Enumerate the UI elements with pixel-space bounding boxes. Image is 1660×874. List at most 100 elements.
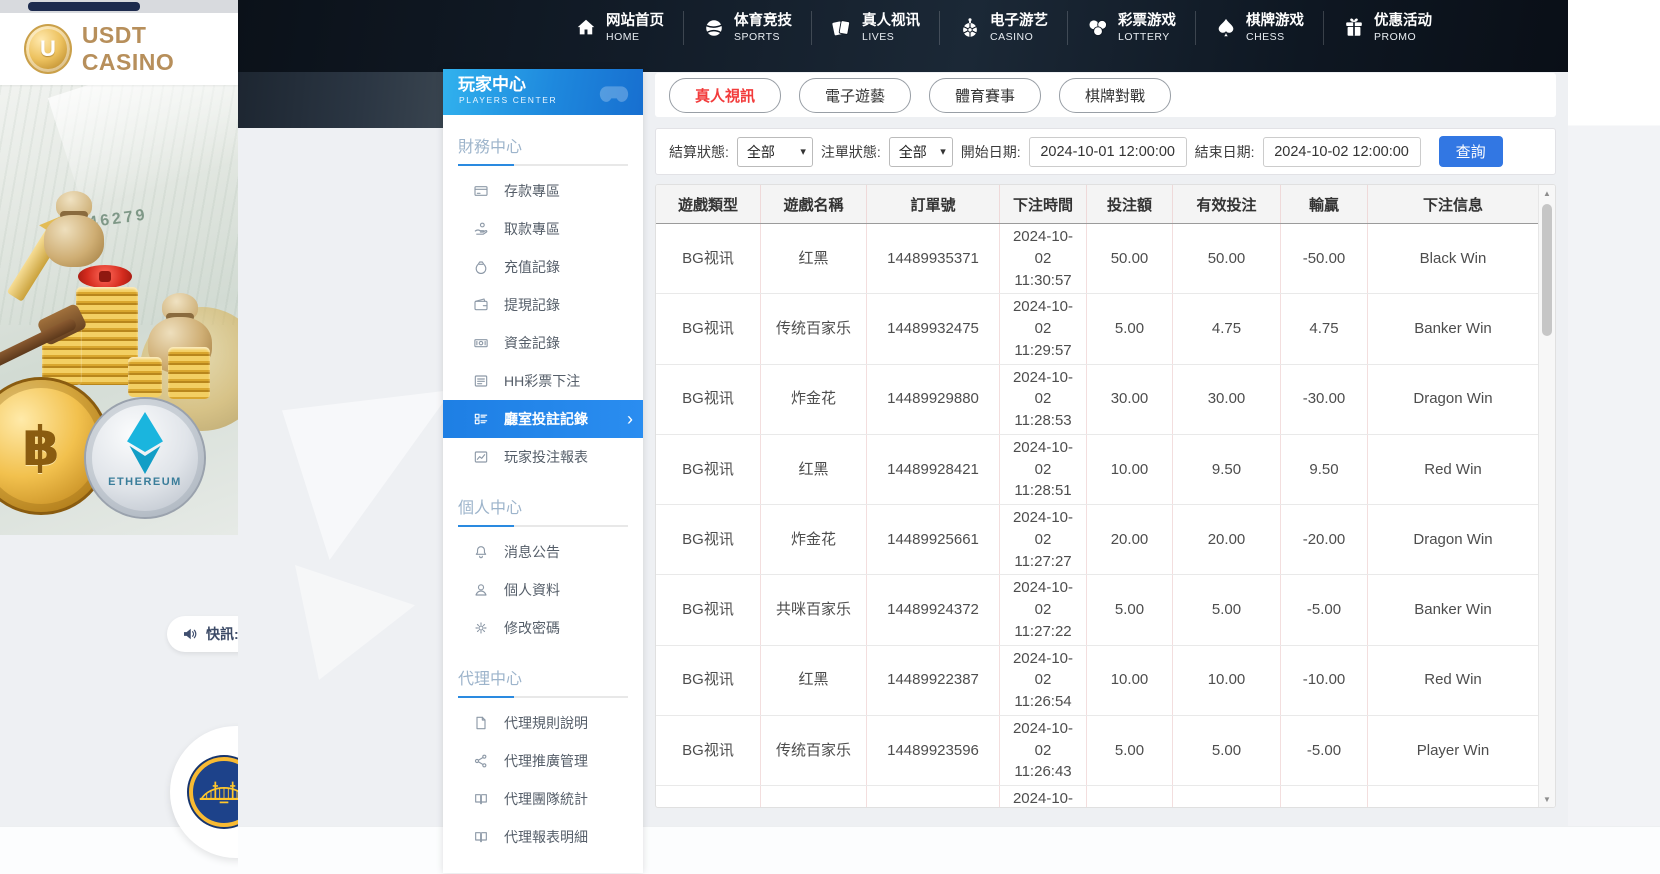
table-cell: 4.75: [1281, 294, 1368, 364]
table-cell: 2024-10-02 11:26:22: [1000, 786, 1087, 807]
table-cell: BG视讯: [656, 364, 761, 434]
end-date-input[interactable]: [1262, 136, 1421, 167]
marquee-label: 快訊:: [206, 626, 238, 642]
table-cell: Player Win: [1368, 786, 1538, 807]
sidebar-item-label: 代理團隊統計: [504, 791, 588, 807]
table-header-cell: 投注額: [1087, 185, 1173, 223]
top-navbar: 网站首页 HOME 体育竞技 SPORTS 真人视讯 LIVES 电子游艺 CASINO 彩票游…: [238, 0, 1568, 72]
share-icon: [473, 753, 489, 769]
sidebar-section-title: 個人中心: [458, 500, 523, 517]
game-type-tabs: 真人視訊 電子遊藝 體育賽事 棋牌對戰: [655, 73, 1556, 117]
table-cell: 30.00: [1087, 364, 1173, 434]
list-icon: [473, 373, 489, 389]
nav-item-chess[interactable]: 棋牌游戏 CHESS: [1196, 11, 1324, 45]
sidebar-section-title: 財務中心: [458, 139, 523, 156]
sidebar-item[interactable]: 代理推廣管理: [443, 742, 643, 780]
table-cell: 2024-10-02 11:27:27: [1000, 505, 1087, 575]
table-cell: 20.00: [1173, 505, 1281, 575]
table-cell: 5.00: [1173, 575, 1281, 645]
tab-真人視訊[interactable]: 真人視訊: [669, 77, 782, 113]
sidebar-item[interactable]: 取款專區: [443, 210, 643, 248]
sidebar-item[interactable]: 提現記錄: [443, 286, 643, 324]
logo-area[interactable]: U USDT CASINO: [0, 13, 238, 85]
sidebar-item-label: HH彩票下注: [504, 373, 581, 389]
table-header-cell: 有效投注: [1173, 185, 1281, 223]
table-cell: -5.00: [1281, 715, 1368, 785]
table-cell: -30.00: [1281, 364, 1368, 434]
sidebar-item[interactable]: 資金記錄: [443, 324, 643, 362]
news-marquee[interactable]: 快訊: 真: [167, 616, 238, 652]
sidebar-section: 財務中心存款專區 取款專區 充值記錄 提現記錄資金記錄 HH彩票下注廳室投註記錄 › 玩家投…: [443, 115, 643, 476]
table-cell: BG视讯: [656, 224, 761, 294]
bitcoin-symbol: ฿: [22, 416, 60, 477]
sidebar-item[interactable]: 消息公告: [443, 533, 643, 571]
scroll-down-icon[interactable]: ▼: [1539, 791, 1555, 807]
settle-status-select[interactable]: 全部 ▾: [736, 136, 813, 167]
nav-item-lives[interactable]: 真人视讯 LIVES: [812, 11, 940, 45]
sidebar-header: 玩家中心 PLAYERS CENTER: [443, 69, 643, 115]
search-button[interactable]: 查詢: [1438, 136, 1503, 167]
table-cell: Banker Win: [1414, 601, 1492, 618]
scrollbar-thumb[interactable]: [1542, 204, 1552, 336]
table-cell: 2024-10-02 11:26:54: [1000, 645, 1087, 715]
start-date-input[interactable]: [1028, 136, 1187, 167]
nav-item-casino[interactable]: 电子游艺 CASINO: [940, 11, 1068, 45]
sidebar-item[interactable]: HH彩票下注: [443, 362, 643, 400]
sidebar-sections: 財務中心存款專區 取款專區 充值記錄 提現記錄資金記錄 HH彩票下注廳室投註記錄 › 玩家投…: [443, 115, 643, 856]
page-right-margin: [1568, 0, 1660, 873]
tab-電子遊藝[interactable]: 電子遊藝: [799, 77, 912, 113]
banner-fragment: [238, 72, 443, 128]
nav-item-sports[interactable]: 体育竞技 SPORTS: [684, 11, 812, 45]
table-cell: 50.00: [1173, 224, 1281, 294]
sidebar-item[interactable]: 玩家投注報表: [443, 438, 643, 476]
table-cell: 5.00: [1087, 575, 1173, 645]
table-cell: BG视讯: [656, 505, 761, 575]
table-cell: -50.00: [1281, 224, 1368, 294]
table-cell: 红黑: [761, 434, 867, 504]
grid-icon: [473, 411, 489, 427]
table-cell: 10.00: [1173, 645, 1281, 715]
red-ribbon-graphic: [78, 265, 132, 288]
card-icon: [473, 183, 489, 199]
tab-棋牌對戰[interactable]: 棋牌對戰: [1059, 77, 1172, 113]
section-underline: [458, 525, 628, 527]
order-status-value: 全部: [898, 143, 927, 160]
ethereum-label: ETHEREUM: [108, 476, 182, 488]
nav-item-promo[interactable]: 优惠活动 PROMO: [1324, 11, 1451, 45]
nav-item-lottery[interactable]: 彩票游戏 LOTTERY: [1068, 11, 1196, 45]
chevron-down-icon: ▾: [940, 146, 946, 158]
table-scrollbar[interactable]: ▲ ▼: [1538, 185, 1555, 807]
sidebar-item[interactable]: 存款專區: [443, 172, 643, 210]
sidebar-item[interactable]: 代理團隊統計: [443, 780, 643, 818]
book-icon: [473, 829, 489, 845]
footer-band: [0, 826, 1660, 874]
hand-icon: [473, 221, 489, 237]
filter-bar: 結算狀態: 全部 ▾ 注單狀態: 全部 ▾ 開始日期: 結束日期: 查詢: [655, 128, 1556, 175]
sidebar-item[interactable]: 代理規則說明: [443, 704, 643, 742]
table-cell: -5.00: [1281, 575, 1368, 645]
browser-edge-tab: [28, 2, 140, 11]
sidebar-item-label: 代理規則說明: [504, 715, 588, 731]
tab-體育賽事[interactable]: 體育賽事: [929, 77, 1042, 113]
sidebar-item[interactable]: 個人資料: [443, 571, 643, 609]
table-cell: 4.75: [1173, 294, 1281, 364]
sidebar-item[interactable]: 修改密碼: [443, 609, 643, 647]
order-status-select[interactable]: 全部 ▾: [888, 136, 953, 167]
spade-icon: [1215, 17, 1237, 39]
table-cell: 30.00: [1173, 364, 1281, 434]
sidebar-item[interactable]: 充值記錄: [443, 248, 643, 286]
scroll-up-icon[interactable]: ▲: [1539, 185, 1555, 201]
table-header-cell: 訂單號: [867, 185, 1000, 223]
table-cell: 炸金花: [761, 505, 867, 575]
table-cell: 传统百家乐: [761, 786, 867, 807]
lottery-icon: [1087, 17, 1109, 39]
table-cell: 10.00: [1087, 434, 1173, 504]
nav-item-home[interactable]: 网站首页 HOME: [556, 11, 684, 45]
table-cell: BG视讯: [656, 645, 761, 715]
table-cell: 传统百家乐: [761, 715, 867, 785]
sidebar-item[interactable]: 廳室投註記錄 ›: [443, 400, 643, 438]
sidebar-item[interactable]: 代理報表明細: [443, 818, 643, 856]
table-cell: 炸金花: [761, 364, 867, 434]
table-cell: 10.00: [1173, 786, 1281, 807]
sidebar-item-label: 資金記錄: [504, 335, 560, 351]
